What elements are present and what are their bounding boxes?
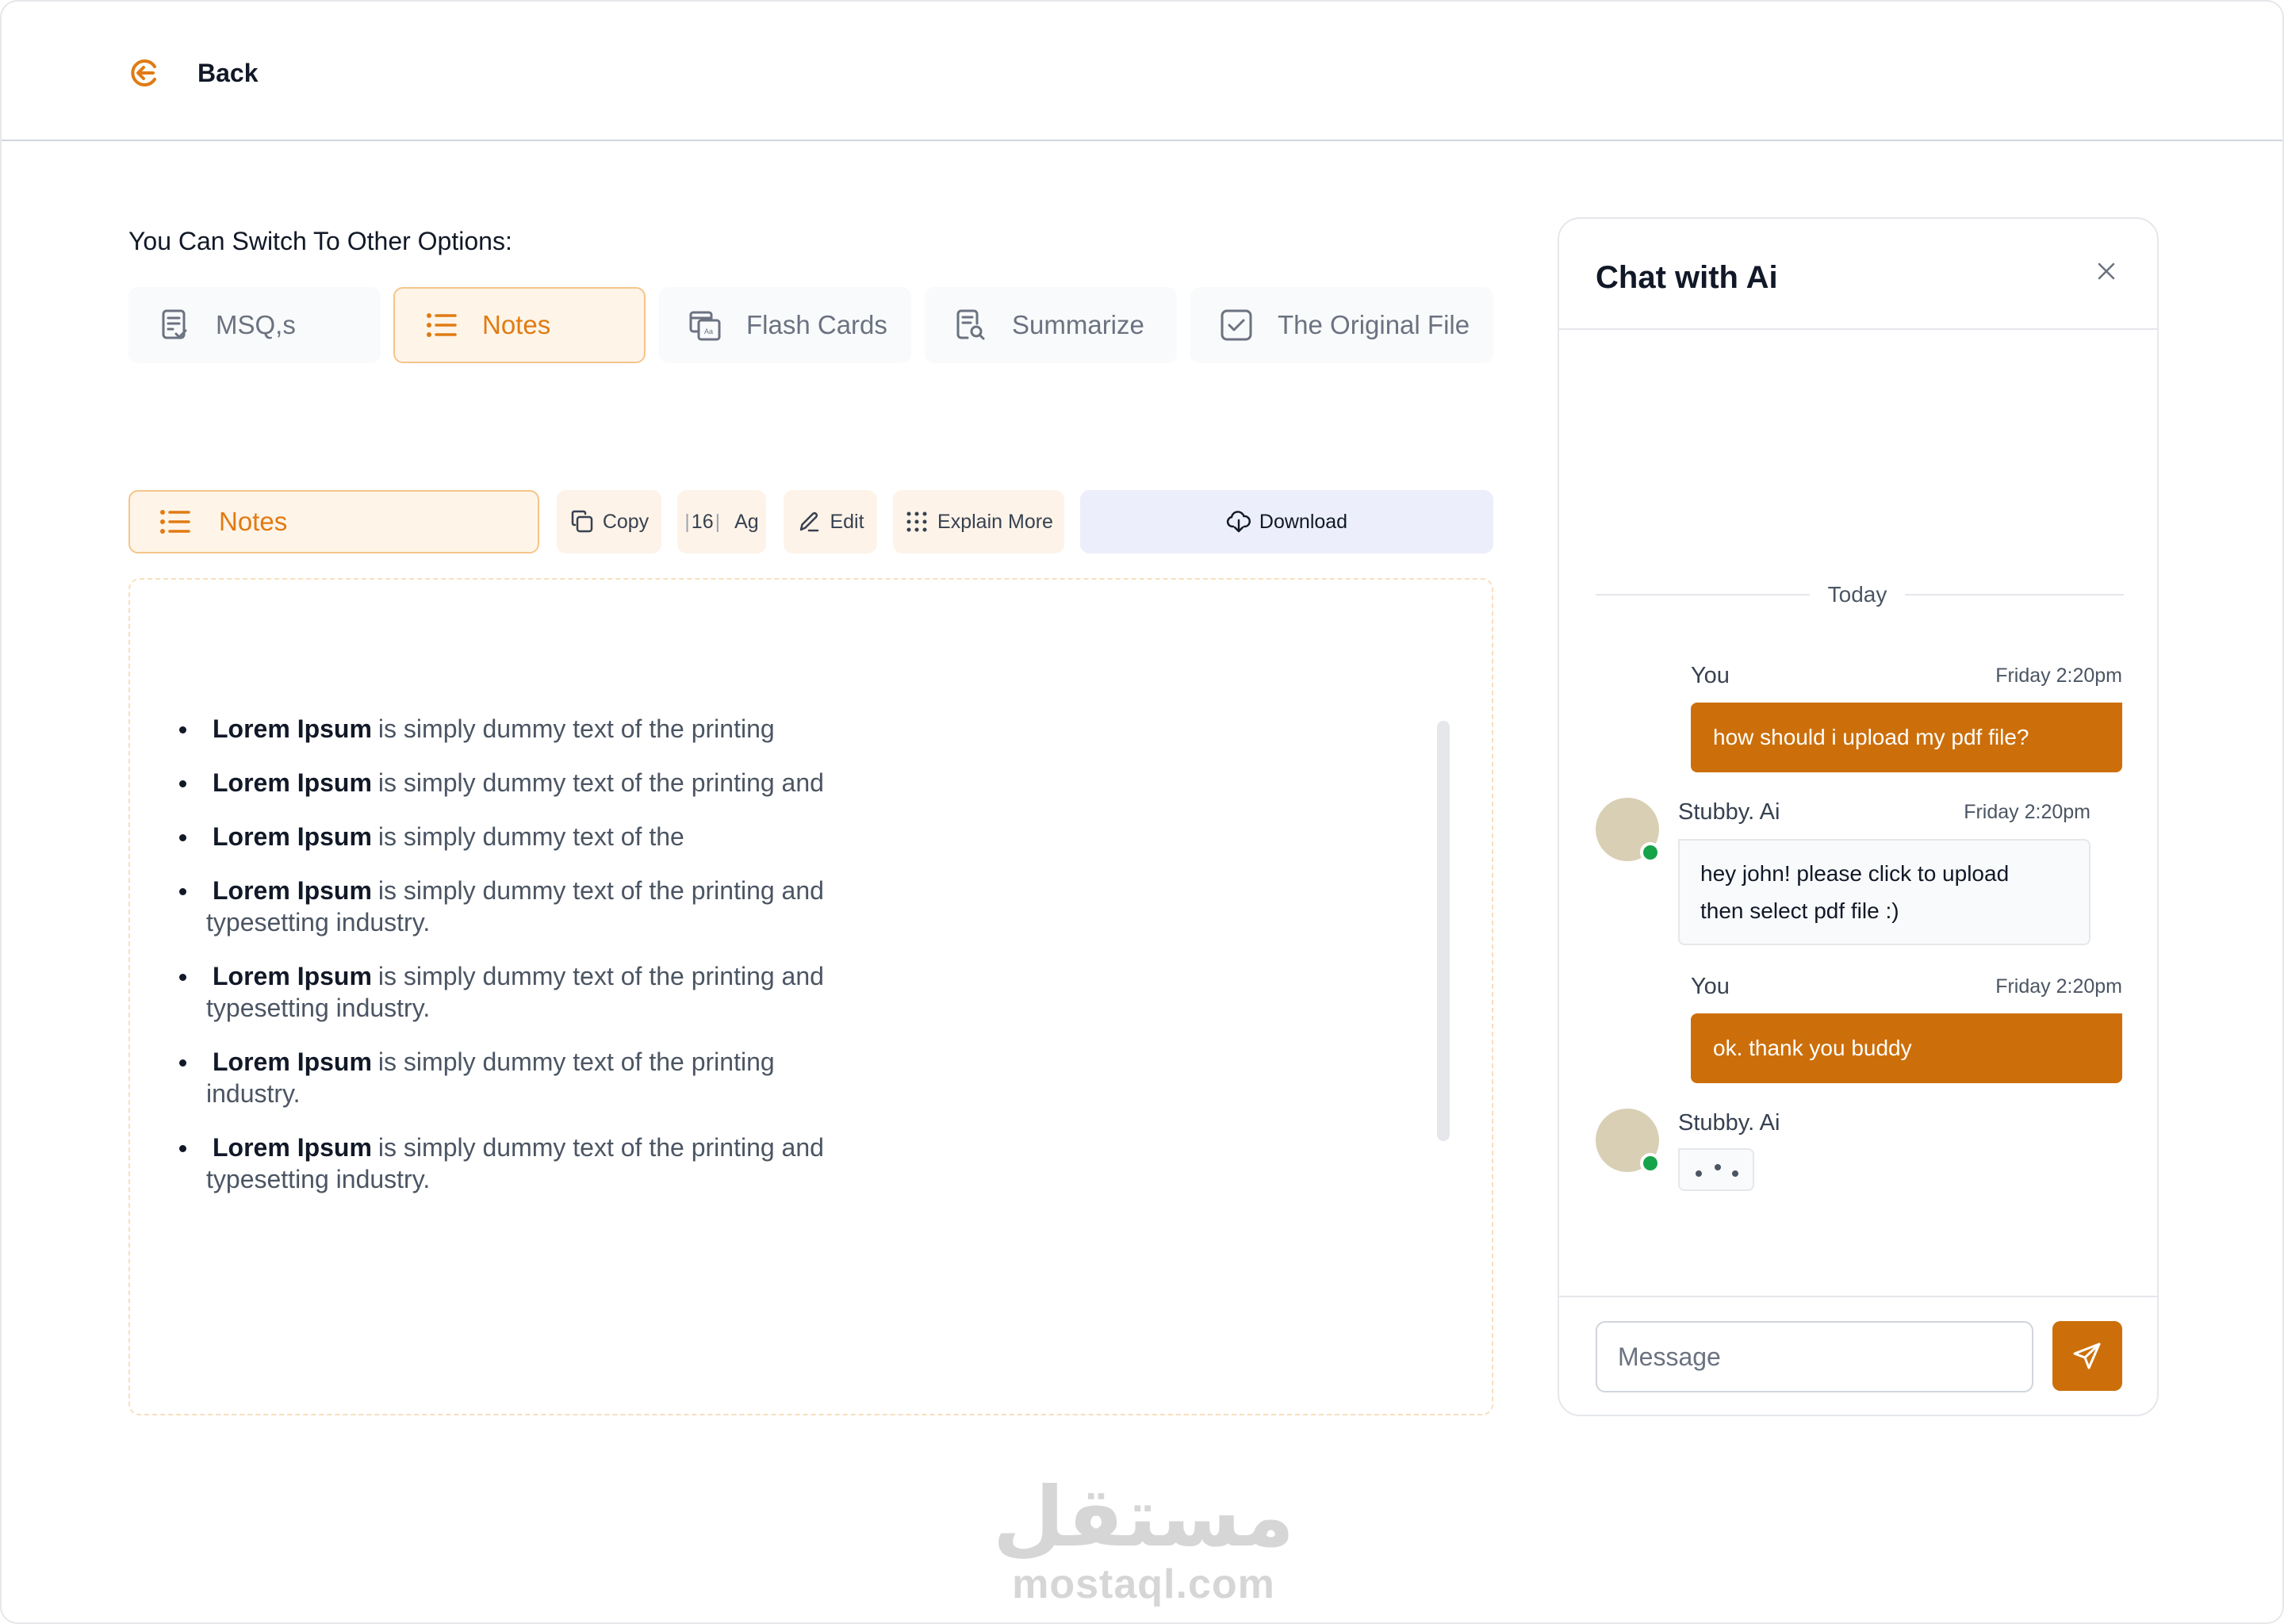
send-button[interactable] [2052, 1321, 2122, 1391]
svg-text:Aa: Aa [704, 327, 713, 335]
back-link[interactable]: Back [197, 57, 259, 89]
option-original-file[interactable]: The Original File [1190, 287, 1493, 363]
option-label: Summarize [1012, 310, 1144, 339]
date-divider-label: Today [1827, 582, 1887, 607]
list-icon [423, 308, 458, 343]
divider [1559, 1296, 2157, 1297]
avatar [1596, 1109, 1661, 1174]
flash-cards-icon: Aa [688, 308, 722, 343]
list-item: Lorem Ipsum is simply dummy text of the p… [179, 875, 920, 938]
message-time: Friday 2:20pm [1964, 801, 2090, 823]
checkbox-icon [1219, 308, 1254, 343]
checklist-icon [157, 308, 192, 343]
copy-icon [569, 509, 595, 534]
list-item: Lorem Ipsum is simply dummy text of the p… [179, 713, 920, 745]
cloud-download-icon [1226, 509, 1251, 534]
app-window: Back You Can Switch To Other Options: MS… [0, 0, 2284, 1624]
avatar [1596, 798, 1661, 863]
message-time: Friday 2:20pm [1995, 975, 2122, 998]
font-size-value: | 16 | [684, 510, 721, 533]
document-search-icon [953, 308, 988, 343]
notes-list: Lorem Ipsum is simply dummy text of the p… [179, 713, 920, 1217]
list-item: Lorem Ipsum is simply dummy text of the p… [179, 1046, 920, 1109]
option-label: Flash Cards [746, 310, 887, 339]
list-item: Lorem Ipsum is simply dummy text of the [179, 821, 920, 852]
message-input[interactable] [1596, 1321, 2033, 1392]
list-item: Lorem Ipsum is simply dummy text of the p… [179, 767, 920, 799]
copy-button[interactable]: Copy [557, 490, 661, 553]
message-bubble-incoming: hey john! please click to upload then se… [1678, 839, 2090, 945]
online-status-indicator [1640, 842, 1661, 863]
chat-title: Chat with Ai [1596, 260, 1778, 295]
edit-button[interactable]: Edit [784, 490, 877, 553]
option-label: MSQ,s [216, 310, 296, 339]
notes-tab-label: Notes [219, 507, 288, 536]
divider [1596, 594, 1810, 596]
pencil-icon [796, 509, 822, 534]
message-sender: You [1691, 974, 1730, 999]
close-icon[interactable] [2090, 255, 2122, 287]
copy-label: Copy [602, 510, 650, 533]
message-sender: Stubby. Ai [1678, 1110, 1780, 1136]
message-bubble-outgoing: ok. thank you buddy [1691, 1013, 2122, 1083]
edit-label: Edit [830, 510, 864, 533]
option-label: Notes [482, 310, 551, 339]
divider [1559, 328, 2157, 330]
list-item: Lorem Ipsum is simply dummy text of the p… [179, 1132, 920, 1195]
top-bar: Back [2, 2, 2282, 141]
typing-indicator [1678, 1148, 1754, 1191]
option-flash-cards[interactable]: Aa Flash Cards [659, 287, 911, 363]
notes-content-area: Lorem Ipsum is simply dummy text of the p… [128, 578, 1493, 1415]
list-icon [157, 504, 192, 539]
back-arrow-icon[interactable] [128, 57, 160, 89]
option-summarize[interactable]: Summarize [925, 287, 1177, 363]
option-notes[interactable]: Notes [393, 287, 646, 363]
watermark-logo: مستقل mostaql.com [992, 1469, 1295, 1607]
switch-options-title: You Can Switch To Other Options: [128, 227, 512, 255]
message-bubble-outgoing: how should i upload my pdf file? [1691, 703, 2122, 772]
download-label: Download [1259, 510, 1348, 533]
message-sender: You [1691, 663, 1730, 688]
message-time: Friday 2:20pm [1995, 665, 2122, 687]
notes-scrollbar[interactable] [1437, 721, 1450, 1141]
explain-more-button[interactable]: Explain More [893, 490, 1064, 553]
send-icon [2073, 1342, 2101, 1369]
font-style-label: Ag [734, 510, 759, 533]
font-size-button[interactable]: | 16 | Ag [677, 490, 766, 553]
option-msqs[interactable]: MSQ,s [128, 287, 381, 363]
download-button[interactable]: Download [1080, 490, 1493, 553]
chat-panel: Chat with Ai Today You Friday 2:20pm how… [1558, 217, 2159, 1416]
notes-header-tab[interactable]: Notes [128, 490, 539, 553]
dots-grid-icon [904, 509, 929, 534]
online-status-indicator [1640, 1153, 1661, 1174]
option-label: The Original File [1278, 310, 1470, 339]
message-sender: Stubby. Ai [1678, 799, 1780, 825]
explain-more-label: Explain More [937, 510, 1053, 533]
list-item: Lorem Ipsum is simply dummy text of the p… [179, 960, 920, 1024]
divider [1905, 594, 2124, 596]
